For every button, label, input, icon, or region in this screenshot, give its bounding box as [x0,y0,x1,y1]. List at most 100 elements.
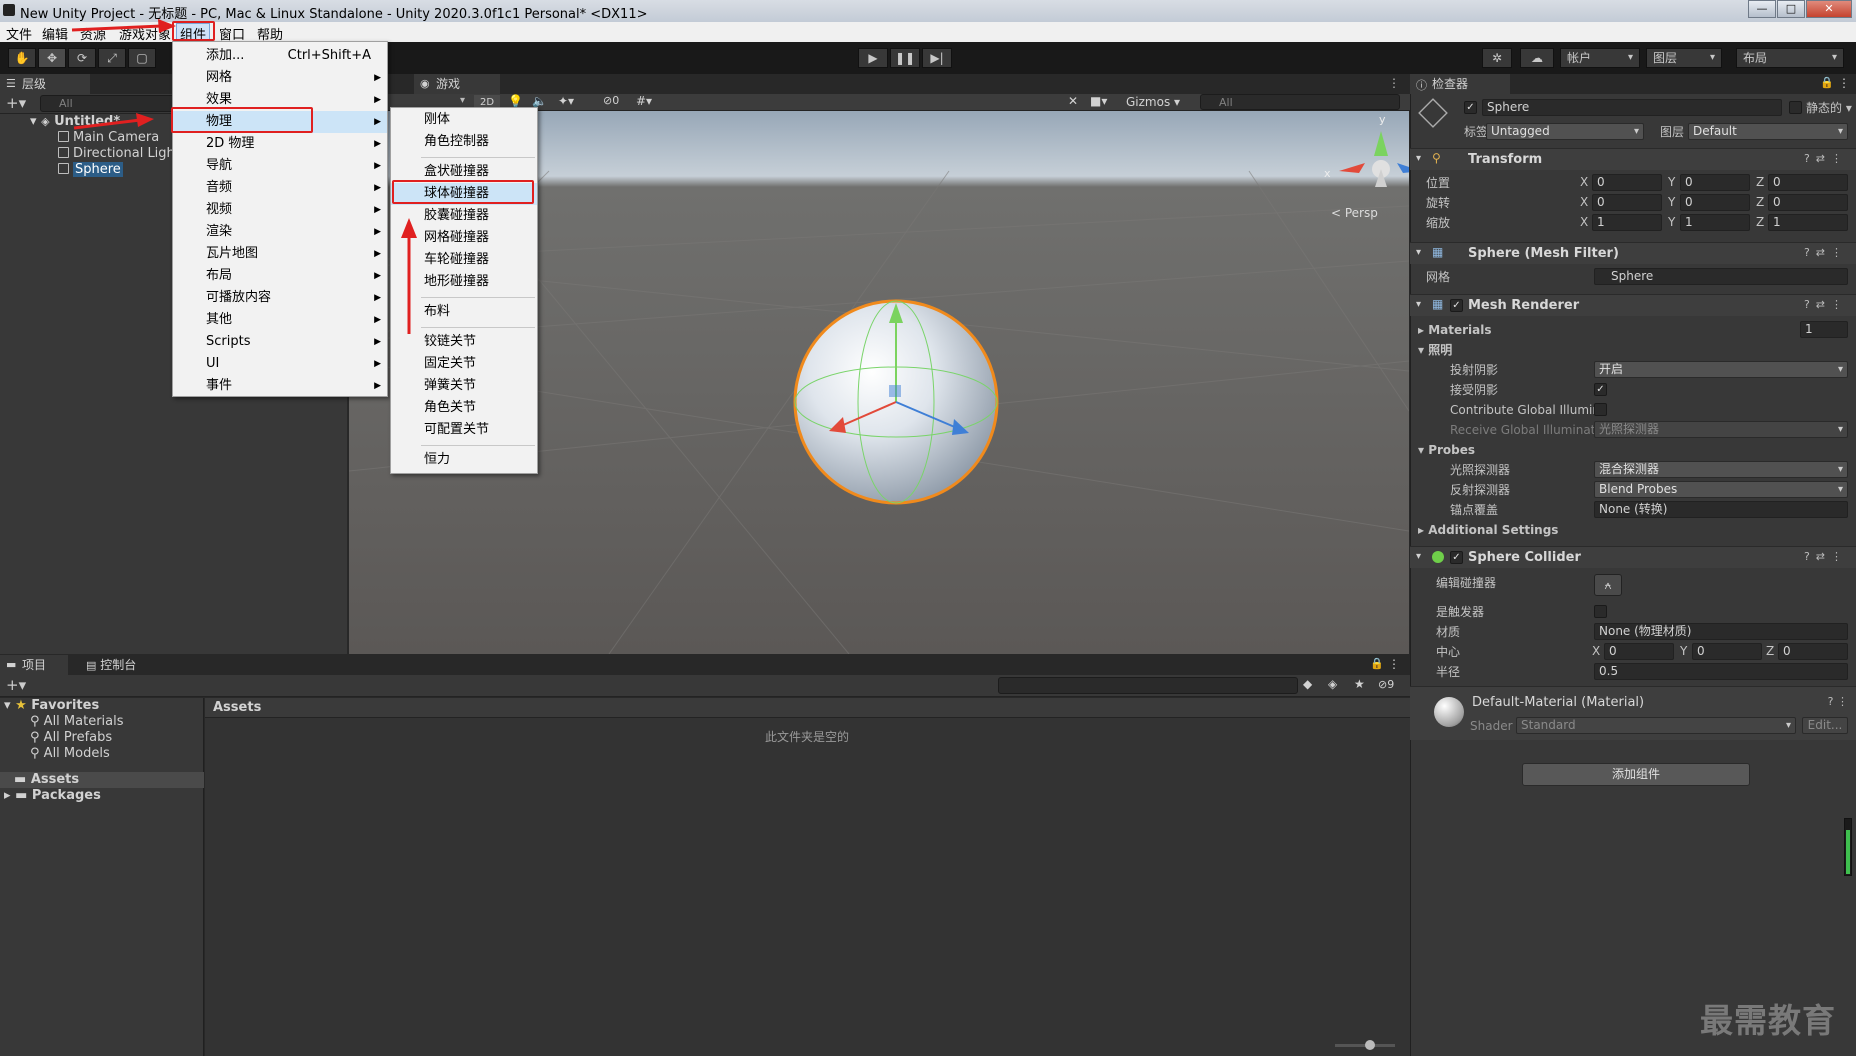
lock-icon[interactable]: 🔒 [1370,657,1384,670]
component-actions-icon[interactable]: ? ⋮ [1828,695,1848,708]
lighting-icon[interactable]: 💡 [508,94,523,108]
additional-settings-foldout[interactable]: ▸ Additional Settings [1418,522,1558,538]
rotation-x-field[interactable]: 0 [1592,194,1662,211]
tools-icon[interactable]: ✕ [1068,94,1078,108]
favorites-foldout[interactable]: ▾ ★ Favorites [4,698,99,714]
filter-label-icon[interactable]: ◈ [1328,677,1337,691]
favorite-all-prefabs[interactable]: ⚲ All Prefabs [30,730,112,746]
component-actions-icon[interactable]: ?⇄⋮ [1804,550,1848,563]
submenu-item-spring-joint[interactable]: 弹簧关节 [391,375,537,397]
sphere-collider-enabled-checkbox[interactable]: ✓ [1450,551,1463,564]
position-x-field[interactable]: 0 [1592,174,1662,191]
receive-gi-dropdown[interactable]: 光照探测器 [1594,421,1848,438]
center-x-field[interactable]: 0 [1604,643,1674,660]
tree-item-assets[interactable]: ▬ Assets [0,772,204,788]
rect-tool-button[interactable]: ▢ [128,48,156,68]
submenu-item-fixed-joint[interactable]: 固定关节 [391,353,537,375]
mesh-field[interactable]: Sphere [1594,268,1848,285]
scale-z-field[interactable]: 1 [1768,214,1848,231]
chevron-down-icon[interactable]: ▾ [460,95,465,106]
effects-icon[interactable]: ✦▾ [558,94,574,108]
add-component-button[interactable]: 添加组件 [1522,763,1750,786]
menu-item-ui[interactable]: UI ▶ [173,353,387,375]
tree-item-packages[interactable]: ▸ ▬ Packages [4,788,101,804]
gizmos-dropdown[interactable]: Gizmos ▾ [1126,95,1180,109]
hidden-objects-icon[interactable]: ⊘0 [603,94,619,107]
more-menu-icon[interactable]: ⋮ [1388,76,1400,90]
transform-header[interactable]: ▾ ⚲ Transform ?⇄⋮ [1410,148,1856,170]
contribute-gi-checkbox[interactable] [1594,403,1607,416]
static-checkbox[interactable] [1789,101,1802,114]
position-y-field[interactable]: 0 [1680,174,1750,191]
edit-collider-button[interactable]: ⍲ [1594,574,1622,596]
rotate-tool-button[interactable]: ⟳ [68,48,96,68]
favorite-all-models[interactable]: ⚲ All Models [30,746,110,762]
orientation-gizmo[interactable] [1339,131,1409,187]
menu-item-navigation[interactable]: 导航 ▶ [173,155,387,177]
menu-item-rendering[interactable]: 渲染 ▶ [173,221,387,243]
menu-item-event[interactable]: 事件 ▶ [173,375,387,395]
pause-button[interactable]: ❚❚ [890,48,920,68]
favorite-all-materials[interactable]: ⚲ All Materials [30,714,124,730]
menu-item-tilemap[interactable]: 瓦片地图 ▶ [173,243,387,265]
step-button[interactable]: ▶| [922,48,952,68]
receive-shadows-checkbox[interactable]: ✓ [1594,383,1607,396]
lock-icon[interactable]: 🔒 [1820,76,1834,89]
project-search-input[interactable] [998,677,1298,694]
menu-item-physics-2d[interactable]: 2D 物理 ▶ [173,133,387,155]
scene-search-input[interactable]: All [1200,94,1400,110]
cloud-icon[interactable]: ☁ [1520,48,1554,68]
active-checkbox[interactable]: ✓ [1464,101,1477,114]
component-actions-icon[interactable]: ?⇄⋮ [1804,152,1848,165]
play-button[interactable]: ▶ [858,48,888,68]
hierarchy-item-sphere[interactable]: Sphere [58,162,123,178]
submenu-item-character-joint[interactable]: 角色关节 [391,397,537,419]
menu-item-mesh[interactable]: 网格 ▶ [173,67,387,89]
menu-item-audio[interactable]: 音频 ▶ [173,177,387,199]
hierarchy-item-directional-light[interactable]: Directional Light [58,146,180,162]
mesh-filter-header[interactable]: ▾ ▦ Sphere (Mesh Filter) ?⇄⋮ [1410,242,1856,264]
audio-icon[interactable]: 🔈 [532,94,547,108]
collab-icon[interactable]: ✲ [1482,48,1512,68]
menu-item-playables[interactable]: 可播放内容 ▶ [173,287,387,309]
is-trigger-checkbox[interactable] [1594,605,1607,618]
close-button[interactable]: ✕ [1806,0,1852,18]
mesh-renderer-enabled-checkbox[interactable]: ✓ [1450,299,1463,312]
scale-y-field[interactable]: 1 [1680,214,1750,231]
scale-tool-button[interactable]: ⤢ [98,48,126,68]
anchor-override-field[interactable]: None (转换) [1594,501,1848,518]
collapse-icon[interactable]: ▾ [1416,299,1421,310]
submenu-item-constant-force[interactable]: 恒力 [391,449,537,471]
assets-header[interactable]: Assets [213,700,261,715]
shader-edit-button[interactable]: Edit... [1802,717,1848,734]
more-menu-icon[interactable]: ⋮ [1388,657,1400,671]
menu-item-add[interactable]: 添加... Ctrl+Shift+A [173,45,387,67]
zoom-slider[interactable] [1335,1040,1395,1050]
rotation-z-field[interactable]: 0 [1768,194,1848,211]
collapse-icon[interactable]: ▾ [1416,247,1421,258]
favorite-star-icon[interactable]: ★ [1354,677,1365,691]
scale-x-field[interactable]: 1 [1592,214,1662,231]
materials-foldout[interactable]: ▸ Materials [1418,322,1492,338]
minimize-button[interactable]: — [1748,0,1776,18]
physics-material-field[interactable]: None (物理材质) [1594,623,1848,640]
lighting-foldout[interactable]: ▾ 照明 [1418,342,1452,358]
rotation-y-field[interactable]: 0 [1680,194,1750,211]
add-icon[interactable]: +▾ [6,676,26,694]
grid-icon[interactable]: #▾ [636,94,652,108]
sphere-collider-header[interactable]: ▾ ✓ Sphere Collider ?⇄⋮ [1410,546,1856,568]
menu-edit[interactable]: 编辑 [42,24,68,43]
menu-item-misc[interactable]: 其他 ▶ [173,309,387,331]
probes-foldout[interactable]: ▾ Probes [1418,442,1475,458]
layer-dropdown[interactable]: Default [1688,123,1848,140]
shader-dropdown[interactable]: Standard [1516,717,1796,734]
hand-tool-button[interactable]: ✋ [8,48,36,68]
menu-file[interactable]: 文件 [6,24,32,43]
layers-dropdown[interactable]: 图层 ▾ [1646,48,1722,68]
center-y-field[interactable]: 0 [1692,643,1762,660]
tab-console[interactable]: ▤ 控制台 [68,655,150,675]
component-actions-icon[interactable]: ?⇄⋮ [1804,298,1848,311]
static-dropdown[interactable]: 静态的 ▾ [1806,100,1852,116]
cast-shadows-dropdown[interactable]: 开启 [1594,361,1848,378]
object-name-field[interactable]: Sphere [1482,99,1782,116]
